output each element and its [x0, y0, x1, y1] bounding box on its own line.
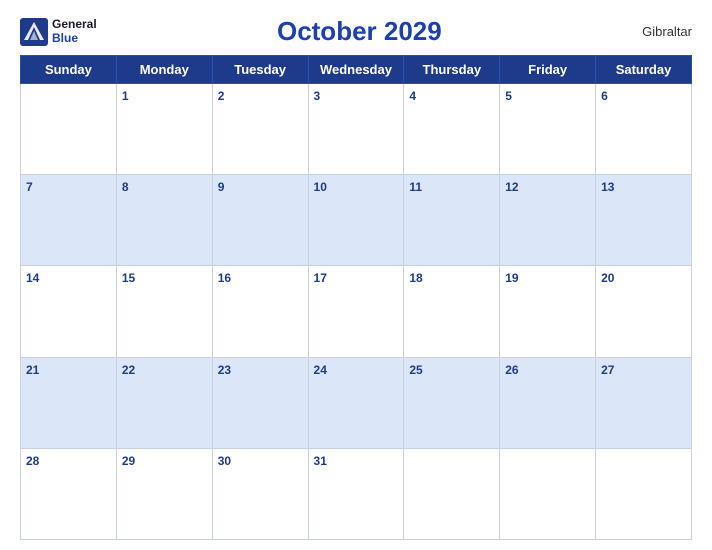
day-number: 5: [505, 89, 512, 103]
calendar-cell: 10: [308, 175, 404, 266]
calendar-cell: [596, 448, 692, 539]
day-number: 14: [26, 271, 39, 285]
calendar-cell: 22: [116, 357, 212, 448]
day-number: 27: [601, 363, 614, 377]
day-number: 12: [505, 180, 518, 194]
day-number: 29: [122, 454, 135, 468]
calendar-cell: 9: [212, 175, 308, 266]
calendar-cell: 30: [212, 448, 308, 539]
logo-general-text: General: [52, 18, 97, 31]
calendar-cell: 7: [21, 175, 117, 266]
calendar-cell: 5: [500, 84, 596, 175]
day-number: 3: [314, 89, 321, 103]
calendar-cell: 4: [404, 84, 500, 175]
day-number: 26: [505, 363, 518, 377]
week-row-2: 7 8 9 10 11 12 13: [21, 175, 692, 266]
calendar-cell: 17: [308, 266, 404, 357]
day-number: 18: [409, 271, 422, 285]
calendar-cell: 11: [404, 175, 500, 266]
calendar-cell: 16: [212, 266, 308, 357]
calendar-header: General Blue October 2029 Gibraltar: [20, 10, 692, 49]
day-number: 16: [218, 271, 231, 285]
calendar-cell: [500, 448, 596, 539]
calendar-cell: 19: [500, 266, 596, 357]
calendar-cell: 18: [404, 266, 500, 357]
calendar-cell: 6: [596, 84, 692, 175]
day-number: 1: [122, 89, 129, 103]
day-number: 22: [122, 363, 135, 377]
calendar-cell: 15: [116, 266, 212, 357]
day-number: 25: [409, 363, 422, 377]
weekday-monday: Monday: [116, 56, 212, 84]
logo-text: General Blue: [52, 18, 97, 44]
week-row-4: 21 22 23 24 25 26 27: [21, 357, 692, 448]
weekday-header-row: SundayMondayTuesdayWednesdayThursdayFrid…: [21, 56, 692, 84]
day-number: 13: [601, 180, 614, 194]
day-number: 23: [218, 363, 231, 377]
calendar-cell: 8: [116, 175, 212, 266]
week-row-3: 14 15 16 17 18 19 20: [21, 266, 692, 357]
calendar-cell: [404, 448, 500, 539]
week-row-1: 1 2 3 4 5 6: [21, 84, 692, 175]
calendar-cell: 31: [308, 448, 404, 539]
calendar-cell: 13: [596, 175, 692, 266]
calendar-cell: 1: [116, 84, 212, 175]
day-number: 11: [409, 180, 422, 194]
calendar-cell: 12: [500, 175, 596, 266]
calendar-table: SundayMondayTuesdayWednesdayThursdayFrid…: [20, 55, 692, 540]
day-number: 30: [218, 454, 231, 468]
day-number: 10: [314, 180, 327, 194]
day-number: 7: [26, 180, 33, 194]
day-number: 2: [218, 89, 225, 103]
calendar-cell: 2: [212, 84, 308, 175]
day-number: 17: [314, 271, 327, 285]
day-number: 4: [409, 89, 416, 103]
weekday-friday: Friday: [500, 56, 596, 84]
calendar-cell: 20: [596, 266, 692, 357]
calendar-cell: 28: [21, 448, 117, 539]
day-number: 15: [122, 271, 135, 285]
day-number: 21: [26, 363, 39, 377]
region-label: Gibraltar: [622, 24, 692, 39]
day-number: 19: [505, 271, 518, 285]
logo-blue-text: Blue: [52, 32, 97, 45]
weekday-tuesday: Tuesday: [212, 56, 308, 84]
calendar-title: October 2029: [97, 16, 622, 47]
calendar-cell: 29: [116, 448, 212, 539]
day-number: 24: [314, 363, 327, 377]
day-number: 8: [122, 180, 129, 194]
calendar-cell: 23: [212, 357, 308, 448]
day-number: 20: [601, 271, 614, 285]
calendar-cell: 3: [308, 84, 404, 175]
weekday-saturday: Saturday: [596, 56, 692, 84]
calendar-cell: 14: [21, 266, 117, 357]
weekday-wednesday: Wednesday: [308, 56, 404, 84]
logo: General Blue: [20, 18, 97, 46]
day-number: 6: [601, 89, 608, 103]
day-number: 9: [218, 180, 225, 194]
week-row-5: 28 29 30 31: [21, 448, 692, 539]
calendar-cell: [21, 84, 117, 175]
weekday-sunday: Sunday: [21, 56, 117, 84]
day-number: 31: [314, 454, 327, 468]
calendar-cell: 26: [500, 357, 596, 448]
calendar-cell: 24: [308, 357, 404, 448]
day-number: 28: [26, 454, 39, 468]
calendar-cell: 21: [21, 357, 117, 448]
weekday-thursday: Thursday: [404, 56, 500, 84]
logo-icon: [20, 18, 48, 46]
calendar-cell: 27: [596, 357, 692, 448]
calendar-cell: 25: [404, 357, 500, 448]
